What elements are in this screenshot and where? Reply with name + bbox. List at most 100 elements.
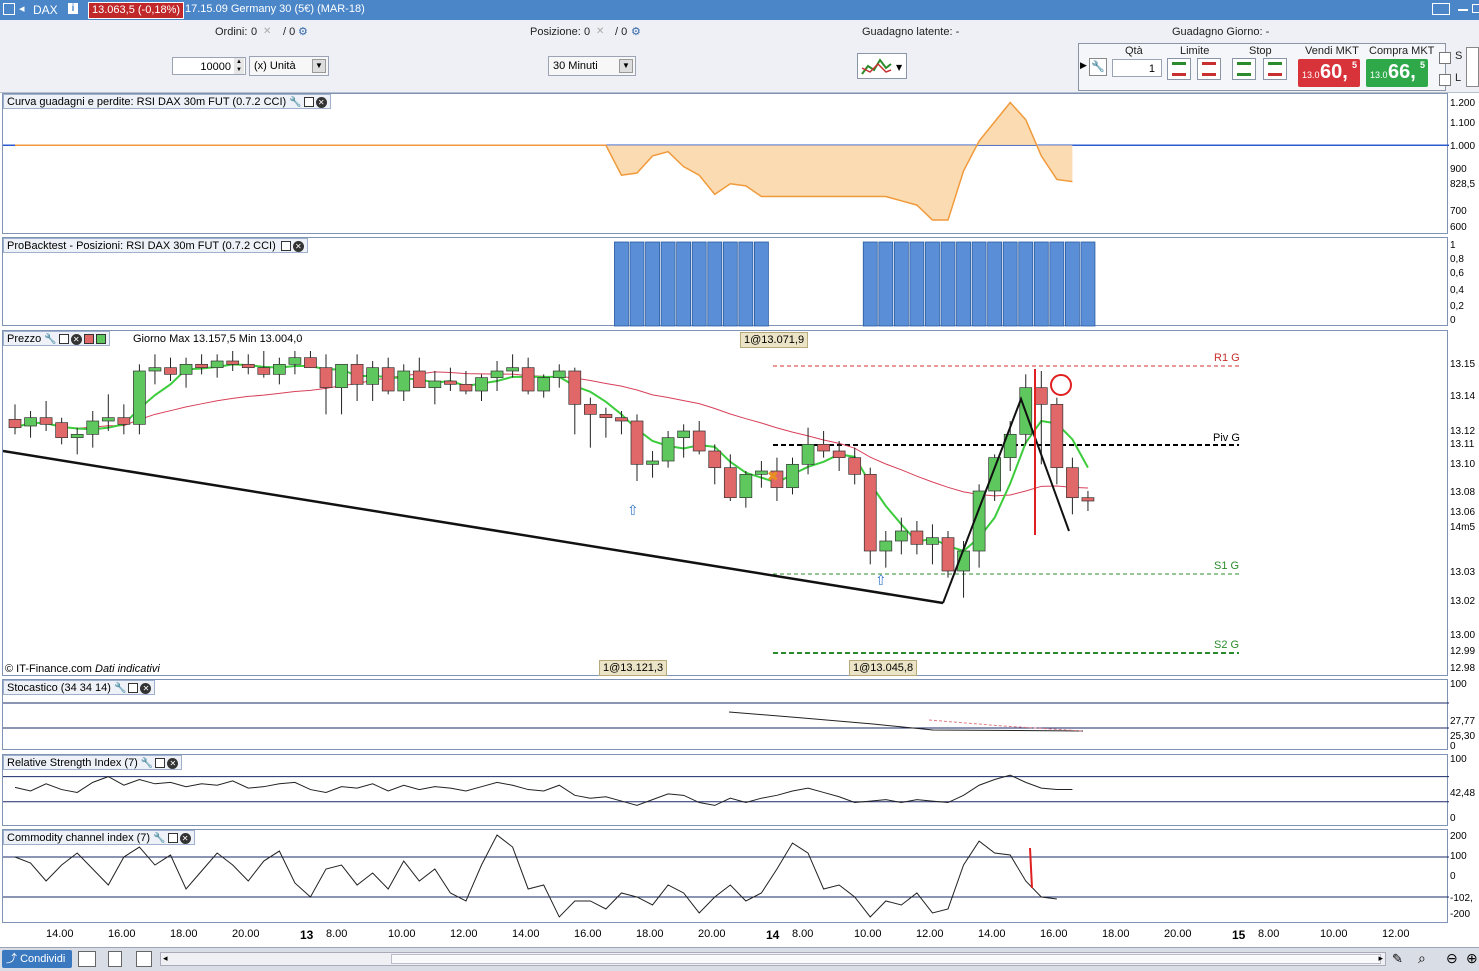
- close-icon[interactable]: ✕: [179, 832, 191, 844]
- window-icon[interactable]: [280, 241, 291, 252]
- candle: [723, 467, 737, 499]
- window-grid-icon[interactable]: [3, 3, 15, 15]
- back-arrow-icon[interactable]: ◂: [19, 2, 25, 15]
- price-axis-label: 13.03: [1450, 567, 1476, 578]
- scroll-right-icon[interactable]: ▸: [1378, 953, 1383, 964]
- candle: [521, 367, 535, 392]
- close-positions-icon[interactable]: ✕: [596, 26, 604, 37]
- keyboard-icon[interactable]: [1432, 3, 1450, 15]
- rsi-axis-label: 42,48: [1450, 788, 1476, 799]
- cci-axis-label: -200: [1450, 909, 1471, 920]
- candle: [661, 437, 675, 462]
- wrench-icon[interactable]: 🔧: [114, 683, 126, 694]
- positions-axis-label: 0,8: [1450, 254, 1464, 265]
- collapse-arrow-icon[interactable]: ▶: [1080, 60, 1087, 71]
- candle: [677, 430, 691, 439]
- wrench-icon[interactable]: 🔧: [44, 334, 56, 345]
- candle: [335, 363, 348, 389]
- trade-annotation-bottom-2[interactable]: 1@13.045,8: [849, 660, 918, 676]
- candle: [257, 367, 271, 375]
- long-checkbox[interactable]: [1439, 74, 1451, 86]
- wrench-icon[interactable]: 🔧: [153, 833, 165, 844]
- scroll-left-icon[interactable]: ◂: [163, 953, 168, 964]
- chart-type-button[interactable]: ▼: [857, 53, 907, 79]
- wrench-icon[interactable]: 🔧: [1089, 58, 1107, 76]
- candle: [630, 420, 644, 465]
- candle: [117, 417, 131, 425]
- time-axis-label: 12.00: [916, 928, 944, 940]
- qta-input[interactable]: 1: [1112, 59, 1162, 77]
- minimize-icon[interactable]: [1458, 9, 1468, 11]
- candle: [894, 530, 908, 542]
- cci-axis-label: 0: [1450, 871, 1456, 882]
- equity-axis-label: 828,5: [1450, 179, 1476, 190]
- candle: [988, 457, 1002, 492]
- zoom-out-icon[interactable]: ⊖: [1446, 950, 1458, 967]
- scroll-thumb[interactable]: [391, 954, 1381, 964]
- time-axis-label: 14.00: [978, 928, 1006, 940]
- position-bar: [909, 241, 925, 327]
- drawn-red-circle: [1050, 374, 1072, 396]
- daily-pnl: Guadagno Giorno: -: [1172, 26, 1270, 38]
- trade-annotation-top[interactable]: 1@13.071,9: [740, 332, 809, 348]
- candle: [599, 413, 613, 419]
- close-icon[interactable]: ✕: [292, 240, 304, 252]
- quantity-stepper-icon[interactable]: ▲ ▼: [234, 58, 244, 74]
- close-icon[interactable]: ✕: [70, 333, 82, 345]
- window-icon[interactable]: [303, 97, 314, 108]
- short-checkbox[interactable]: [1439, 52, 1451, 64]
- window-icon[interactable]: [128, 683, 139, 694]
- wrench-icon[interactable]: 🔧: [289, 97, 301, 108]
- equity-axis-label: 900: [1450, 164, 1467, 175]
- order-panel: ▶ 🔧 Qtà 1 Limite Stop Vendi MKT 13.0 60,…: [1078, 43, 1446, 91]
- backtest-icon[interactable]: [136, 951, 152, 967]
- candle: [55, 422, 69, 439]
- sell-order-icon[interactable]: [83, 334, 94, 345]
- limit-buy-button[interactable]: [1167, 58, 1191, 80]
- zoom-fit-icon[interactable]: ⌕: [1418, 950, 1426, 967]
- indicators-icon[interactable]: [78, 951, 96, 967]
- cci-line: [14, 834, 1057, 918]
- stop-sell-button[interactable]: [1263, 58, 1287, 80]
- timeframe-select[interactable]: 30 Minuti ▼: [548, 56, 636, 76]
- time-axis-label: 8.00: [792, 928, 814, 940]
- buy-market-button[interactable]: 13.0 66, 5: [1366, 59, 1428, 87]
- stop-buy-button[interactable]: [1232, 58, 1256, 80]
- price-axis-label: 14m5: [1450, 522, 1476, 533]
- posizione-settings-icon[interactable]: ⚙: [631, 25, 641, 38]
- candle: [646, 460, 659, 465]
- close-icon[interactable]: ✕: [315, 96, 327, 108]
- trade-annotation-bottom-1[interactable]: 1@13.121,3: [599, 660, 668, 676]
- candle: [226, 360, 240, 365]
- wrench-icon[interactable]: 🔧: [141, 758, 153, 769]
- buy-price-sup: 5: [1420, 60, 1426, 70]
- buy-order-icon[interactable]: [95, 334, 106, 345]
- sell-price-main: 60,: [1320, 61, 1348, 83]
- window-icon[interactable]: [58, 334, 69, 345]
- unit-select[interactable]: (x) Unità ▼: [249, 56, 329, 76]
- close-icon[interactable]: ✕: [167, 757, 179, 769]
- share-button[interactable]: ⤴ Condividi: [2, 950, 72, 968]
- price-axis-label: 13.14: [1450, 391, 1476, 402]
- cancel-orders-icon[interactable]: ✕: [263, 26, 271, 37]
- extra-input[interactable]: [1466, 47, 1479, 87]
- sell-market-button[interactable]: 13.0 60, 5: [1298, 59, 1360, 87]
- drawn-red-mark: [1029, 847, 1033, 889]
- window-icon[interactable]: [155, 758, 166, 769]
- window-icon[interactable]: [167, 833, 178, 844]
- zoom-in-icon[interactable]: ⊕: [1466, 950, 1478, 967]
- info-icon[interactable]: i: [68, 3, 78, 14]
- positions-axis-label: 1: [1450, 240, 1456, 251]
- position-bar: [893, 241, 909, 327]
- crosshair-icon[interactable]: ✎: [1392, 951, 1403, 967]
- quantity-input[interactable]: 10000 ▲ ▼: [172, 57, 246, 75]
- time-axis-label: 20.00: [698, 928, 726, 940]
- limit-sell-button[interactable]: [1197, 58, 1221, 80]
- time-axis-label: 8.00: [1258, 928, 1280, 940]
- close-icon[interactable]: ✕: [140, 682, 152, 694]
- list-icon[interactable]: [108, 951, 122, 967]
- horizontal-scrollbar[interactable]: ◂ ▸: [160, 952, 1386, 966]
- ordini-settings-icon[interactable]: ⚙: [298, 25, 308, 38]
- restore-icon[interactable]: [1472, 4, 1479, 13]
- rsi-line: [14, 774, 1073, 806]
